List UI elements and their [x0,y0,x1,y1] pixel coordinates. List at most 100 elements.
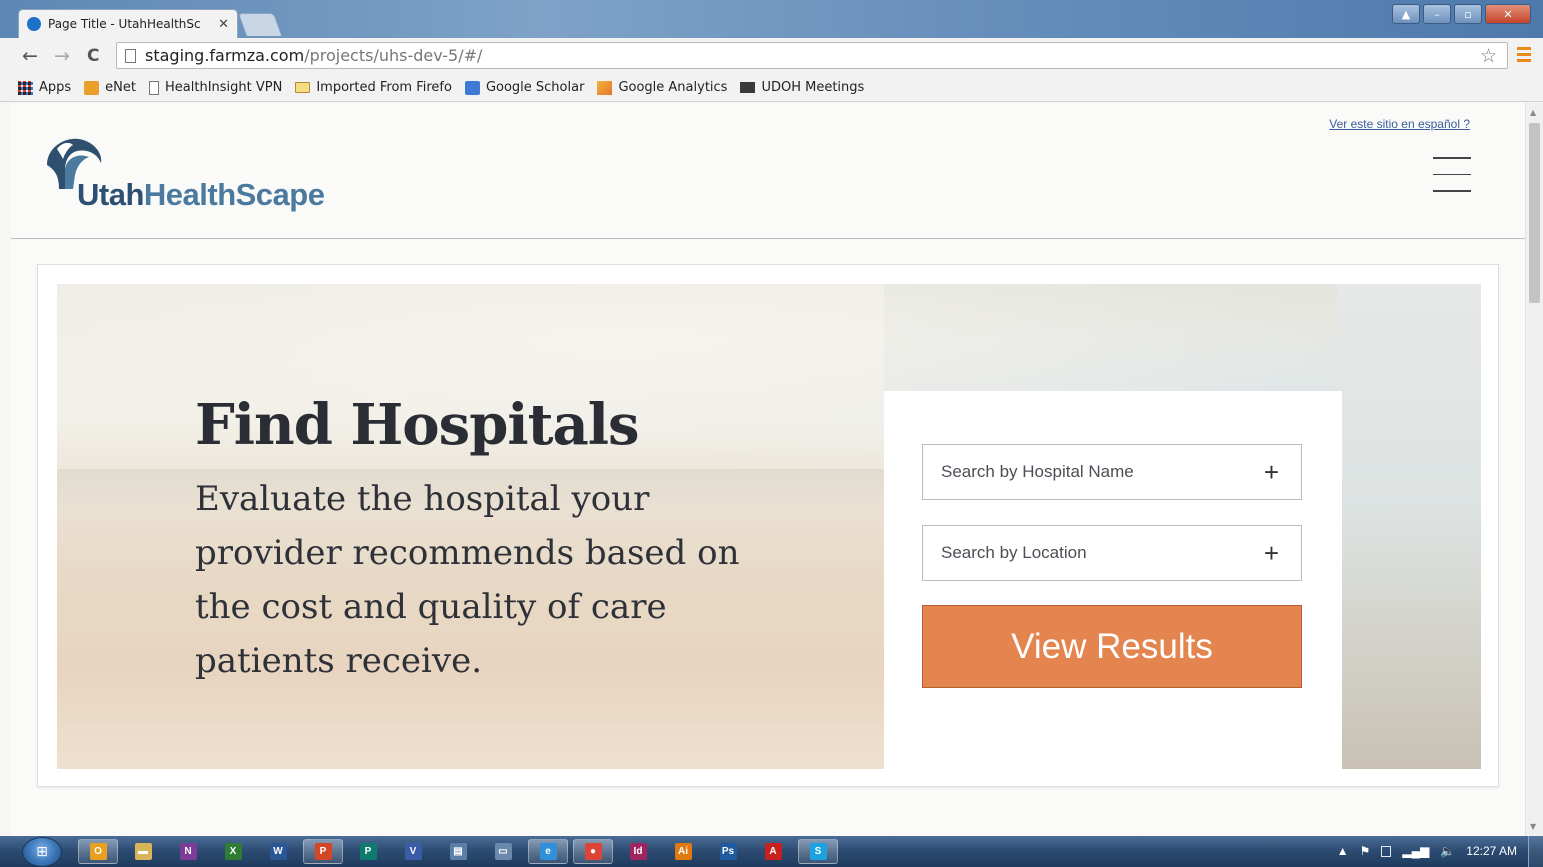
bookmark-healthinsight-vpn[interactable]: HealthInsight VPN [149,80,282,95]
search-location-label: Search by Location [941,543,1087,562]
expand-plus-icon[interactable]: + [1264,459,1279,485]
network-signal-icon[interactable]: ▂▄▆ [1402,844,1429,858]
page-title: Find Hospitals [195,392,640,458]
action-center-flag-icon[interactable]: ⚑ [1360,844,1371,858]
bookmark-star-icon[interactable]: ☆ [1480,45,1497,67]
tray-expand-icon[interactable]: ▲ [1337,844,1349,858]
new-tab-button[interactable] [237,13,283,36]
illustrator-icon: Ai [674,843,692,860]
photoshop-icon: Ps [719,843,737,860]
bookmark-imported-folder[interactable]: Imported From Firefo [295,80,452,95]
logo-utah: Utah [77,177,144,212]
bookmark-label: eNet [105,80,136,95]
minimize-button[interactable]: – [1423,4,1451,24]
acrobat-icon: A [764,843,782,860]
search-hospital-label: Search by Hospital Name [941,462,1134,481]
outlook-icon: O [89,843,107,860]
bookmark-label: Imported From Firefo [316,80,452,95]
browser-toolbar: ← → C staging.farmza.com /projects/uhs-d… [0,38,1543,74]
window-titlebar: Page Title - UtahHealthSc ✕ ▲ – ▫ ✕ [0,0,1543,38]
taskbar-indesign-button[interactable]: Id [618,839,658,864]
taskbar-acrobat-button[interactable]: A [753,839,793,864]
publisher-icon: P [359,843,377,860]
taskbar-skype-button[interactable]: S [798,839,838,864]
taskbar-illustrator-button[interactable]: Ai [663,839,703,864]
taskbar-explorer-button[interactable]: ▬ [123,839,163,864]
bookmark-enet[interactable]: eNet [84,80,136,95]
spanish-site-link[interactable]: Ver este sitio en español ? [1329,117,1470,131]
browser-tab-active[interactable]: Page Title - UtahHealthSc ✕ [18,9,238,38]
scroll-down-arrow-icon[interactable]: ▼ [1530,822,1536,831]
windows-taskbar: ⊞ O ▬ N X W P P V ▤ ▭ e ● Id Ai Ps A S ▲ ⚑ ▂▄▆ 🔈 12:27 A… [0,836,1543,867]
site-logo[interactable]: UtahHealthScape [77,177,325,213]
view-results-button[interactable]: View Results [922,605,1302,688]
user-profile-button[interactable]: ▲ [1392,4,1420,24]
page-scrollbar[interactable]: ▲ ▼ [1525,103,1543,836]
scholar-icon [464,80,480,95]
hamburger-menu-icon[interactable] [1433,157,1471,207]
volume-icon[interactable]: 🔈 [1440,844,1455,858]
page-icon [125,48,136,63]
chrome-icon: ● [584,843,602,860]
show-desktop-button[interactable] [1528,836,1543,867]
tab-favicon-icon [27,17,41,31]
expand-plus-icon[interactable]: + [1264,540,1279,566]
window-controls: ▲ – ▫ ✕ [1392,4,1531,24]
search-by-location[interactable]: Search by Location + [922,525,1302,581]
power-icon[interactable] [1381,845,1392,857]
bookmarks-bar: Apps eNet HealthInsight VPN Imported Fro… [0,74,1543,102]
hero-banner: Find Hospitals Evaluate the hospital you… [57,284,1481,769]
taskbar-notepad-button[interactable]: ▤ [438,839,478,864]
network-icon: ▭ [494,843,512,860]
clock[interactable]: 12:27 AM [1466,844,1517,858]
taskbar-outlook-button[interactable]: O [78,839,118,864]
system-tray: ▲ ⚑ ▂▄▆ 🔈 12:27 AM [1337,844,1517,858]
bookmark-label: Google Analytics [618,80,728,95]
bookmark-udoh-meetings[interactable]: UDOH Meetings [740,80,864,95]
meetings-icon [740,82,756,93]
page-viewport: Ver este sitio en español ? UtahHealthSc… [11,103,1525,836]
enet-icon [84,80,100,95]
bookmark-apps[interactable]: Apps [18,80,71,95]
forward-button[interactable]: → [54,45,70,67]
address-bar[interactable]: staging.farmza.com /projects/uhs-dev-5/#… [116,42,1508,69]
bookmark-google-analytics[interactable]: Google Analytics [597,80,727,95]
powerpoint-icon: P [314,843,332,860]
close-window-button[interactable]: ✕ [1485,4,1531,24]
indesign-icon: Id [629,843,647,860]
start-button[interactable]: ⊞ [22,837,62,867]
visio-icon: V [404,843,422,860]
maximize-button[interactable]: ▫ [1454,4,1482,24]
find-hospitals-card: Find Hospitals Evaluate the hospital you… [37,264,1499,787]
back-button[interactable]: ← [22,45,38,67]
chrome-menu-icon[interactable] [1517,47,1531,65]
bookmark-label: Apps [39,80,72,95]
search-by-hospital-name[interactable]: Search by Hospital Name + [922,444,1302,500]
taskbar-onenote-button[interactable]: N [168,839,208,864]
internet-explorer-icon: e [539,843,557,860]
taskbar-network-button[interactable]: ▭ [483,839,523,864]
reload-button[interactable]: C [87,46,99,66]
bookmark-google-scholar[interactable]: Google Scholar [464,80,585,95]
bookmark-label: HealthInsight VPN [165,80,283,95]
scrollbar-thumb[interactable] [1529,123,1540,303]
tab-title: Page Title - UtahHealthSc [48,17,201,31]
taskbar-publisher-button[interactable]: P [348,839,388,864]
search-panel: Search by Hospital Name + Search by Loca… [884,391,1342,769]
taskbar-visio-button[interactable]: V [393,839,433,864]
taskbar-photoshop-button[interactable]: Ps [708,839,748,864]
taskbar-internet-explorer-button[interactable]: e [528,839,568,864]
taskbar-chrome-button[interactable]: ● [573,839,613,864]
url-path: /projects/uhs-dev-5/#/ [304,46,483,65]
bookmark-label: Google Scholar [485,80,585,95]
onenote-icon: N [179,843,197,860]
word-icon: W [269,843,287,860]
taskbar-powerpoint-button[interactable]: P [303,839,343,864]
scroll-up-arrow-icon[interactable]: ▲ [1530,108,1536,117]
taskbar-word-button[interactable]: W [258,839,298,864]
hero-subtitle: Evaluate the hospital your provider reco… [195,479,740,681]
skype-icon: S [809,843,827,860]
folder-icon [295,82,311,93]
taskbar-excel-button[interactable]: X [213,839,253,864]
tab-close-icon[interactable]: ✕ [218,17,229,32]
